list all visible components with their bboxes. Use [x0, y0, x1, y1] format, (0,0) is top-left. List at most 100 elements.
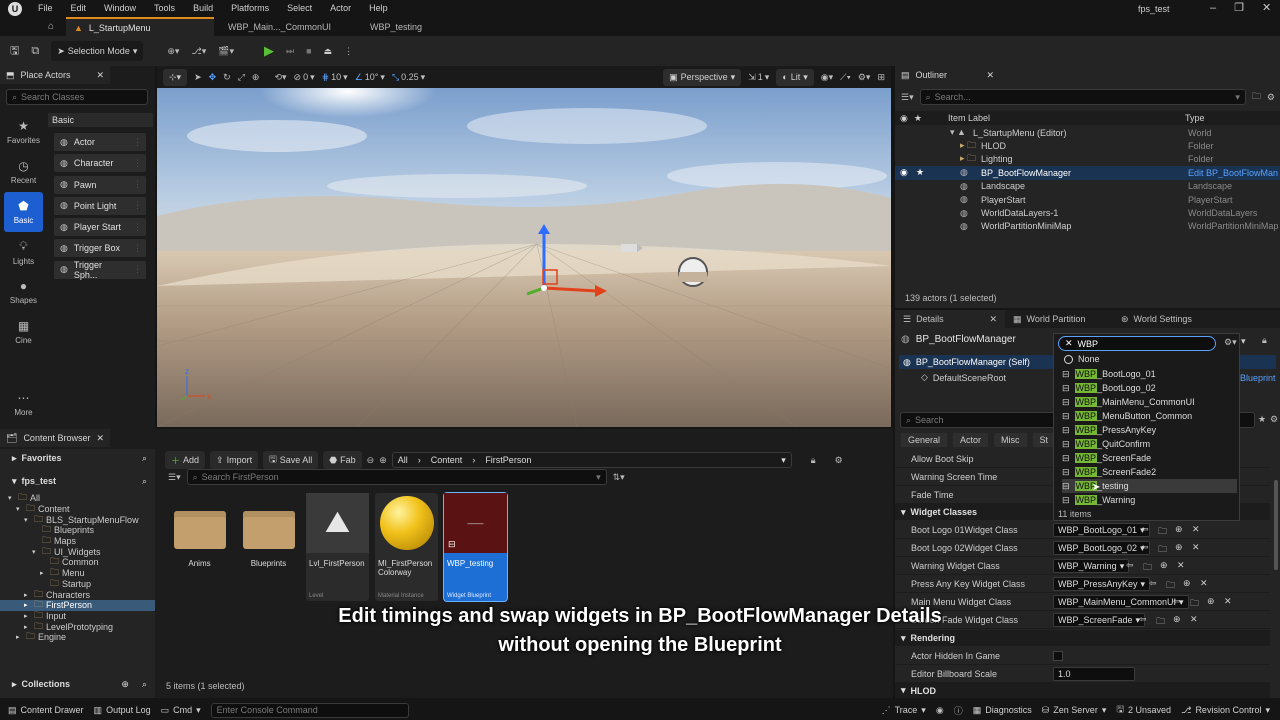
use-selected-icon[interactable]: ⇦: [1141, 542, 1149, 553]
chevron-down-icon[interactable]: ▾: [781, 455, 786, 466]
class-option[interactable]: ⊟ WBP_testing: [1062, 479, 1237, 493]
expand-icon[interactable]: ▸: [16, 633, 23, 641]
add-button[interactable]: ＋ Add: [165, 451, 206, 469]
filter-st[interactable]: St: [1032, 433, 1056, 447]
settings-icon[interactable]: ⚙: [1267, 92, 1275, 103]
content-browser-tab[interactable]: 🗂︎ Content Browser ✕: [0, 429, 110, 447]
perspective-dropdown[interactable]: ▣ Perspective ▾: [663, 68, 742, 86]
add-icon[interactable]: ⊕: [1183, 578, 1191, 589]
edit-blueprint-link[interactable]: Blueprint: [1240, 373, 1276, 383]
unreal-logo-icon[interactable]: U: [8, 2, 22, 16]
class-option[interactable]: ⊟ WBP_PressAnyKey: [1062, 423, 1237, 437]
menu-build[interactable]: Build: [193, 3, 213, 13]
menu-edit[interactable]: Edit: [71, 3, 87, 13]
rotation-snap[interactable]: ∠ 10° ▾: [355, 72, 385, 83]
use-selected-icon[interactable]: ⇦: [1141, 524, 1149, 535]
content-drawer-button[interactable]: ▤ Content Drawer: [8, 705, 84, 716]
add-collection-icon[interactable]: ⊕: [121, 679, 129, 690]
blueprint-icon[interactable]: ⎇▾: [191, 46, 206, 57]
dropdown-anchor[interactable]: ▾: [1241, 336, 1246, 347]
step-icon[interactable]: ⏭: [286, 46, 294, 57]
class-picker[interactable]: WBP_BootLogo_02 ▾: [1053, 541, 1150, 555]
place-actors-tab[interactable]: ⬒ Place Actors ✕: [0, 66, 110, 84]
clear-icon[interactable]: ✕: [1177, 560, 1185, 571]
outliner-row[interactable]: ▸ 🗀 Lighting Folder: [895, 153, 1280, 166]
menu-window[interactable]: Window: [104, 3, 136, 13]
folder-tree-item[interactable]: 🗀 Common: [0, 556, 155, 568]
menu-file[interactable]: File: [38, 3, 53, 13]
eject-icon[interactable]: ⏏: [324, 46, 333, 57]
expand-icon[interactable]: ▾: [8, 494, 15, 502]
class-option[interactable]: ⊟ WBP_MenuButton_Common: [1062, 409, 1237, 423]
drag-handle-icon[interactable]: ⋮: [133, 158, 142, 169]
tab-world-settings[interactable]: ⊛ World Settings: [1113, 314, 1223, 325]
folder-tree-item[interactable]: ▾ 🗀 UI_Widgets: [0, 546, 155, 557]
lit-dropdown[interactable]: ◐ Lit ▾: [776, 68, 814, 86]
asset-search-input[interactable]: ⌕ Search FirstPerson ▾: [186, 469, 607, 485]
visibility-icon[interactable]: ◉: [900, 167, 908, 178]
search-icon[interactable]: ⌕: [142, 453, 147, 464]
clear-icon[interactable]: ✕: [1192, 542, 1200, 553]
add-icon[interactable]: ⊕: [1175, 524, 1183, 535]
search-icon[interactable]: ⌕: [142, 679, 147, 690]
collections-header[interactable]: ▸ Collections ⊕ ⌕: [0, 675, 155, 693]
expand-icon[interactable]: ▸: [24, 601, 31, 609]
close-tab-icon[interactable]: ✕: [96, 433, 104, 444]
project-header[interactable]: ▾ fps_test ⌕: [0, 472, 155, 490]
settings-icon[interactable]: ⚙▾: [1224, 337, 1237, 348]
rotate-tool-icon[interactable]: ↻: [223, 72, 231, 83]
folder-tree-item[interactable]: 🗀 Startup: [0, 578, 155, 590]
class-option[interactable]: ⊟ WBP_ScreenFade: [1062, 451, 1237, 465]
source-control-icon[interactable]: ⧉: [31, 45, 39, 58]
add-icon[interactable]: ⊕: [1175, 542, 1183, 553]
scale-snap[interactable]: ⤡ 0.25 ▾: [392, 72, 425, 83]
tab-l-startupmenu[interactable]: ▲ L_StartupMenu: [66, 17, 214, 36]
grid-snap[interactable]: ⋕ 10 ▾: [322, 72, 348, 83]
close-icon[interactable]: ✕: [1262, 1, 1271, 14]
drag-handle-icon[interactable]: ⋮: [133, 222, 142, 233]
drag-handle-icon[interactable]: ⋮: [133, 200, 142, 211]
filter-misc[interactable]: Misc: [994, 433, 1027, 447]
search-icon[interactable]: ⌕: [142, 476, 147, 487]
number-field[interactable]: 1.0: [1053, 667, 1135, 681]
clear-search-icon[interactable]: ✕: [1065, 338, 1073, 349]
expand-icon[interactable]: ▾: [32, 548, 39, 556]
transform-menu-button[interactable]: ⊹▾: [163, 68, 188, 86]
drag-handle-icon[interactable]: ⋮: [133, 264, 142, 275]
menu-platforms[interactable]: Platforms: [231, 3, 269, 13]
revision-control-button[interactable]: ⎇ Revision Control ▾: [1181, 705, 1270, 716]
home-icon[interactable]: ⌂: [48, 21, 54, 32]
asset-tile[interactable]: ⛰ Lvl_FirstPerson Level: [306, 493, 369, 601]
scalability-icon[interactable]: ⟋▾: [840, 72, 851, 83]
world-space-icon[interactable]: ⊕: [252, 72, 260, 83]
folder-tree-item[interactable]: ▸ 🗀 Input: [0, 610, 155, 622]
viewport[interactable]: zx ⊹▾ ➤ ✥ ↻ ⤢ ⊕ ⟲▾ ⊘ 0 ▾ ⋕ 10 ▾ ∠ 10° ▾ ⤡ 0.25 ▾…: [157, 66, 891, 427]
add-icon[interactable]: ⊕: [1173, 614, 1181, 625]
lock-icon[interactable]: 🔒︎: [1262, 335, 1267, 346]
expand-icon[interactable]: ▸: [40, 569, 47, 577]
stop-icon[interactable]: ■: [306, 46, 311, 56]
class-option[interactable]: ⊟ WBP_BootLogo_01: [1062, 367, 1237, 381]
column-item-label[interactable]: Item Label: [948, 113, 990, 123]
browse-icon[interactable]: 🗀: [1156, 614, 1165, 630]
folder-tree-item[interactable]: 🗀 Maps: [0, 535, 155, 547]
class-picker[interactable]: WBP_PressAnyKey ▾: [1053, 577, 1151, 591]
option-none[interactable]: None: [1064, 354, 1100, 364]
browse-icon[interactable]: 🗀: [1190, 596, 1199, 612]
filter-actor[interactable]: Actor: [953, 433, 989, 447]
item-type[interactable]: Edit BP_BootFlowManager: [1188, 168, 1278, 178]
asset-tile[interactable]: Blueprints: [237, 493, 300, 601]
restore-icon[interactable]: ❐: [1234, 1, 1244, 14]
asset-tile[interactable]: Anims: [168, 493, 231, 601]
tab-world-partition[interactable]: ▦ World Partition: [1005, 314, 1113, 325]
actor-item[interactable]: ◍ Point Light ⋮: [54, 196, 146, 215]
actor-item[interactable]: ◍ Character ⋮: [54, 154, 146, 173]
minimize-icon[interactable]: –: [1210, 2, 1216, 14]
section-hlod[interactable]: ▾ HLOD: [895, 683, 1270, 698]
select-tool-icon[interactable]: ➤: [194, 72, 202, 83]
add-folder-icon[interactable]: 🗀: [1252, 89, 1261, 105]
outliner-tab[interactable]: ▤ Outliner ✕: [895, 66, 1000, 84]
diagnostics-button[interactable]: ▦ Diagnostics: [973, 705, 1032, 716]
star-icon[interactable]: ★: [916, 167, 924, 178]
filter-icon[interactable]: ☰▾: [901, 92, 914, 103]
